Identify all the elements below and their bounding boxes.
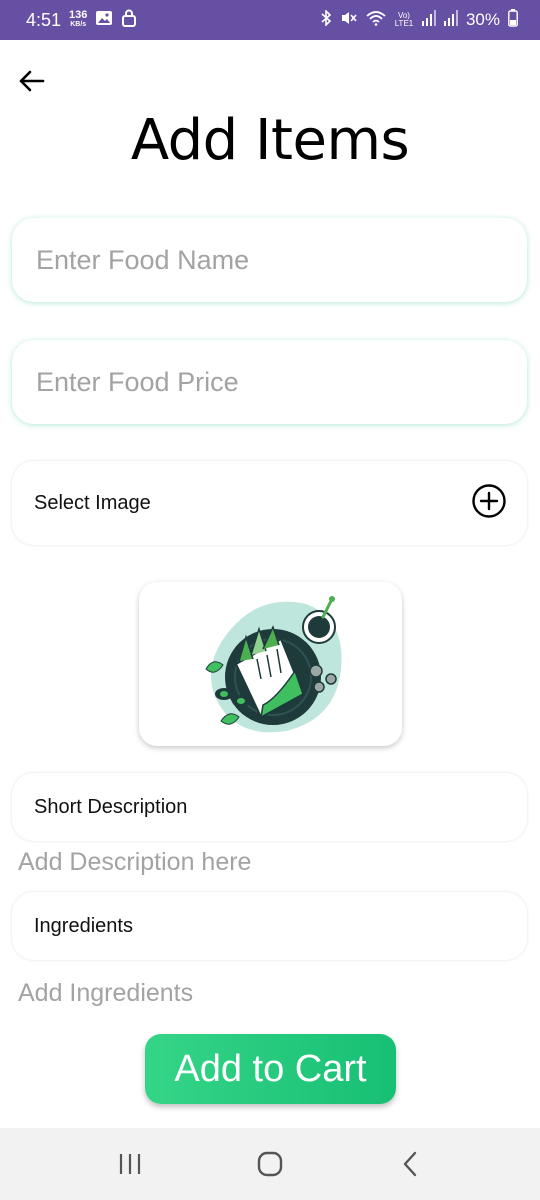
food-image-preview	[139, 582, 402, 746]
status-bar-right: Vo) LTE1 30%	[320, 8, 518, 32]
recent-apps-icon	[119, 1154, 141, 1174]
network-label: Vo) LTE1	[394, 11, 414, 28]
ingredients-field[interactable]	[18, 973, 518, 1013]
ingredients-label: Ingredients	[34, 914, 133, 937]
signal-icon	[443, 9, 458, 31]
data-speed-unit: KB/s	[70, 21, 87, 28]
signal-icon	[421, 9, 436, 31]
food-price-input[interactable]	[34, 365, 505, 399]
home-icon	[257, 1151, 283, 1177]
bluetooth-icon	[320, 8, 332, 31]
food-name-input[interactable]	[34, 243, 505, 277]
food-name-field[interactable]	[12, 218, 527, 302]
ingredients-header: Ingredients	[12, 892, 527, 960]
data-speed-value: 136	[69, 9, 88, 21]
add-to-cart-button[interactable]: Add to Cart	[145, 1034, 396, 1104]
food-illustration	[204, 596, 342, 733]
battery-percent: 30%	[465, 10, 500, 29]
battery-icon	[508, 8, 518, 32]
add-circle-icon[interactable]	[471, 483, 507, 524]
home-button[interactable]	[240, 1139, 300, 1189]
mute-icon	[340, 10, 358, 31]
short-description-header: Short Description	[12, 773, 527, 841]
status-time: 4:51	[26, 9, 62, 30]
recent-apps-button[interactable]	[100, 1139, 160, 1189]
wifi-icon	[366, 10, 386, 31]
data-speed: 136 KB/s	[69, 9, 88, 29]
gallery-icon	[95, 10, 113, 31]
lock-icon	[121, 9, 137, 32]
description-input[interactable]	[18, 847, 518, 877]
select-image-label: Select Image	[34, 491, 151, 514]
short-description-label: Short Description	[34, 795, 188, 818]
food-price-field[interactable]	[12, 340, 527, 424]
ingredients-input[interactable]	[18, 978, 518, 1008]
back-arrow-icon[interactable]	[16, 66, 46, 96]
description-field[interactable]	[18, 842, 518, 882]
select-image-button[interactable]: Select Image	[12, 461, 527, 545]
system-nav-bar	[0, 1128, 540, 1200]
status-bar: 4:51 136 KB/s Vo) LTE1 30%	[0, 0, 540, 40]
nav-back-button[interactable]	[380, 1139, 440, 1189]
page-title: Add Items	[130, 108, 410, 173]
chevron-left-icon	[403, 1151, 417, 1177]
status-bar-left: 4:51 136 KB/s	[26, 9, 137, 32]
